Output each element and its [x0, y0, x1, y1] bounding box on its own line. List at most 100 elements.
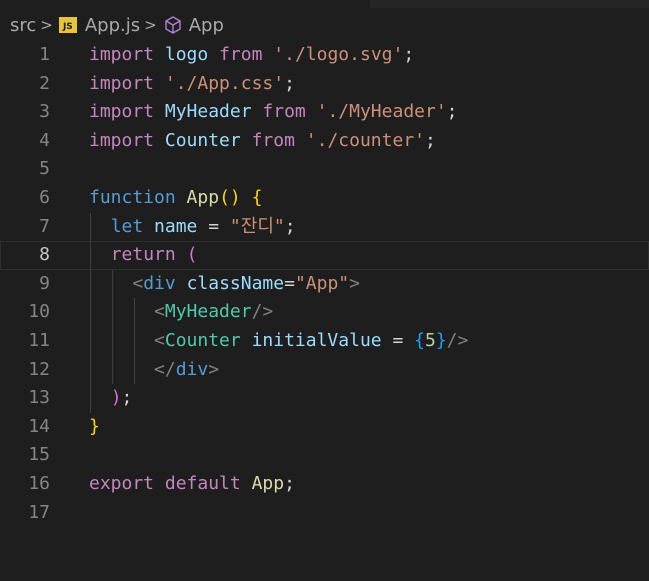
code-token: (: [186, 244, 198, 266]
code-token: =: [197, 215, 230, 237]
line-content: <Counter initialValue = {5}/>: [89, 327, 468, 356]
code-token: MyHeader: [164, 101, 252, 123]
line-number: 9: [39, 272, 50, 294]
code-editor[interactable]: src > JS App.js > App 1 import logo from …: [0, 0, 649, 581]
line-number: 12: [28, 358, 50, 380]
code-line[interactable]: 4 import Counter from './counter';: [0, 127, 649, 156]
breadcrumb-file[interactable]: JS App.js: [57, 15, 140, 36]
line-content: import Counter from './counter';: [89, 127, 436, 156]
code-token: import: [89, 129, 155, 151]
code-token: div: [175, 358, 209, 380]
code-token: export: [89, 472, 155, 494]
code-line[interactable]: 10 <MyHeader/>: [0, 298, 649, 327]
line-content: function App() {: [89, 184, 262, 213]
code-line[interactable]: 6 function App() {: [0, 184, 649, 213]
code-line[interactable]: 8 return (: [0, 241, 649, 270]
code-token: './logo.svg': [273, 44, 404, 65]
code-line[interactable]: 16 export default App;: [0, 470, 649, 499]
breadcrumb-file-label: App.js: [84, 14, 141, 36]
code-token: "App": [294, 272, 350, 294]
code-line[interactable]: 1 import logo from './logo.svg';: [0, 41, 649, 70]
code-token: </: [154, 358, 176, 380]
code-token: />: [251, 301, 274, 323]
code-token: "잔디": [229, 215, 285, 237]
code-token: name: [154, 215, 198, 237]
code-token: div: [143, 272, 176, 294]
line-content: import MyHeader from './MyHeader';: [89, 98, 458, 127]
code-token: from: [219, 44, 263, 65]
line-content: </div>: [89, 356, 219, 385]
breadcrumb-folder-label: src: [10, 14, 37, 36]
line-number: 15: [28, 444, 50, 466]
code-line[interactable]: 11 <Counter initialValue = {5}/>: [0, 326, 649, 356]
code-token: Counter: [164, 329, 241, 351]
code-token: App: [186, 186, 220, 208]
code-token: './MyHeader': [316, 101, 447, 123]
code-token: './App.css': [164, 72, 285, 94]
code-area[interactable]: 1 import logo from './logo.svg'; 2 import '…: [0, 41, 649, 527]
code-token: ;: [284, 215, 296, 237]
code-token: ;: [403, 44, 415, 65]
line-number: 16: [28, 472, 50, 494]
code-token: ;: [446, 101, 458, 123]
line-content: import './App.css';: [89, 70, 295, 99]
code-token: from: [251, 129, 295, 151]
code-line[interactable]: 2 import './App.css';: [0, 70, 649, 99]
line-content: let name = "잔디";: [89, 213, 296, 242]
code-token: <: [154, 301, 165, 323]
code-token: default: [164, 472, 241, 494]
line-number: 13: [28, 387, 50, 409]
code-line[interactable]: 7 let name = "잔디";: [0, 212, 649, 242]
line-number: 14: [28, 415, 50, 437]
code-line[interactable]: 12 </div>: [0, 355, 649, 385]
chevron-right-icon: >: [40, 16, 53, 34]
line-number: 3: [39, 101, 50, 123]
line-number: 2: [39, 72, 50, 94]
code-line[interactable]: 5: [0, 155, 649, 184]
line-content: <div className="App">: [89, 270, 360, 299]
code-line[interactable]: 3 import MyHeader from './MyHeader';: [0, 98, 649, 127]
code-line[interactable]: 17: [0, 499, 649, 528]
line-content: }: [89, 413, 100, 442]
line-number: 1: [39, 44, 50, 65]
line-number: 6: [39, 186, 50, 208]
code-line[interactable]: 15: [0, 441, 649, 470]
code-token: import: [89, 101, 155, 123]
code-token: Counter: [164, 129, 241, 151]
code-token: (): [219, 186, 241, 208]
code-token: ;: [425, 129, 436, 151]
code-line[interactable]: 9 <div className="App">: [0, 269, 649, 299]
code-token: function: [89, 186, 176, 208]
code-token: {: [251, 186, 263, 208]
line-content: );: [89, 384, 133, 413]
code-token: import: [89, 44, 155, 65]
code-line[interactable]: 14}: [0, 413, 649, 442]
line-content: <MyHeader/>: [89, 298, 273, 327]
breadcrumb-symbol[interactable]: App: [161, 15, 224, 36]
breadcrumb-folder[interactable]: src: [10, 15, 36, 36]
code-token: =: [381, 329, 415, 351]
code-token: }: [89, 415, 100, 437]
code-line[interactable]: 13 );: [0, 384, 649, 413]
line-number: 4: [39, 129, 50, 151]
line-number: 10: [28, 301, 50, 323]
code-token: =: [284, 272, 295, 294]
line-number: 7: [39, 215, 50, 237]
